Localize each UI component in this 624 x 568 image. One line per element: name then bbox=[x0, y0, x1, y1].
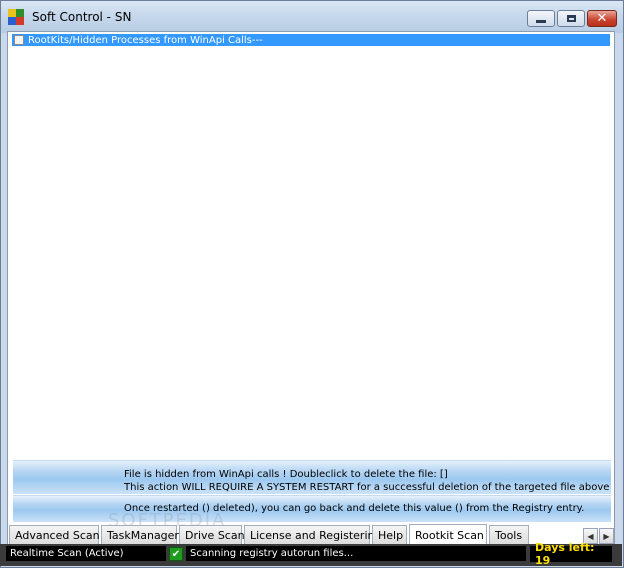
tab-taskmanager[interactable]: TaskManager bbox=[101, 525, 179, 544]
list-item-checkbox[interactable] bbox=[14, 35, 24, 45]
maximize-icon bbox=[566, 15, 576, 22]
arrow-right-icon: ▶ bbox=[603, 531, 610, 541]
arrow-left-icon: ◀ bbox=[587, 531, 594, 541]
tab-tools[interactable]: Tools bbox=[489, 525, 529, 544]
list-item-label: RootKits/Hidden Processes from WinApi Ca… bbox=[28, 34, 263, 46]
info-line-1: File is hidden from WinApi calls ! Doubl… bbox=[124, 469, 448, 480]
info-panel-bottom: Once restarted () deleted), you can go b… bbox=[13, 495, 611, 522]
tab-advanced-scan[interactable]: Advanced Scan bbox=[9, 525, 100, 544]
tab-help[interactable]: Help bbox=[372, 525, 407, 544]
tab-strip: Advanced Scan TaskManager Drive Scan Lic… bbox=[9, 524, 585, 545]
realtime-scan-status: Realtime Scan (Active) bbox=[6, 546, 166, 561]
info-line-2: This action WILL REQUIRE A SYSTEM RESTAR… bbox=[124, 482, 610, 493]
list-item[interactable]: RootKits/Hidden Processes from WinApi Ca… bbox=[12, 34, 610, 46]
title-bar[interactable]: Soft Control - SN ✕ bbox=[1, 1, 623, 33]
status-bar: Realtime Scan (Active) ✔ Scanning regist… bbox=[0, 541, 622, 567]
scan-progress-message: Scanning registry autorun files... bbox=[186, 546, 526, 561]
minimize-button[interactable] bbox=[527, 10, 555, 27]
maximize-button[interactable] bbox=[557, 10, 585, 27]
tab-rootkit-scan[interactable]: Rootkit Scan bbox=[409, 524, 487, 545]
close-button[interactable]: ✕ bbox=[587, 10, 617, 27]
tab-drive-scan[interactable]: Drive Scan bbox=[179, 525, 245, 544]
tab-license-and-registering[interactable]: License and Registering bbox=[244, 525, 381, 544]
minimize-icon bbox=[536, 20, 546, 23]
days-left-counter: Days left: 19 bbox=[530, 541, 612, 567]
info-panel-top: File is hidden from WinApi calls ! Doubl… bbox=[13, 460, 611, 494]
rootkit-list[interactable]: RootKits/Hidden Processes from WinApi Ca… bbox=[9, 33, 613, 458]
window-title: Soft Control - SN bbox=[32, 10, 132, 24]
close-icon: ✕ bbox=[596, 11, 608, 26]
check-icon: ✔ bbox=[169, 547, 183, 561]
app-icon bbox=[8, 9, 24, 25]
